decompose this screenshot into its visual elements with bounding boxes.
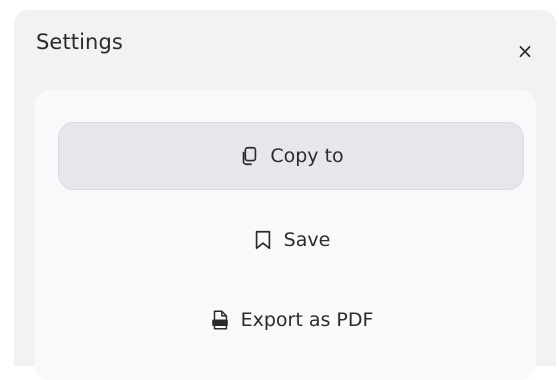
- settings-menu-card: Copy to Save PDF Export as PDF: [34, 90, 536, 380]
- export-as-pdf-label: Export as PDF: [240, 309, 374, 331]
- panel-title: Settings: [36, 30, 123, 54]
- pdf-file-icon: PDF: [209, 309, 231, 331]
- svg-text:PDF: PDF: [214, 321, 225, 327]
- export-as-pdf-button[interactable]: PDF Export as PDF: [58, 286, 524, 354]
- save-button[interactable]: Save: [58, 206, 524, 274]
- settings-panel: Settings × Copy to Save PDF Export as PD…: [14, 10, 556, 380]
- copy-to-button[interactable]: Copy to: [58, 122, 524, 190]
- copy-icon: [238, 145, 260, 167]
- close-button[interactable]: ×: [512, 38, 538, 64]
- save-label: Save: [283, 229, 331, 251]
- copy-to-label: Copy to: [270, 145, 344, 167]
- bookmark-icon: [252, 229, 274, 251]
- close-icon: ×: [516, 39, 534, 63]
